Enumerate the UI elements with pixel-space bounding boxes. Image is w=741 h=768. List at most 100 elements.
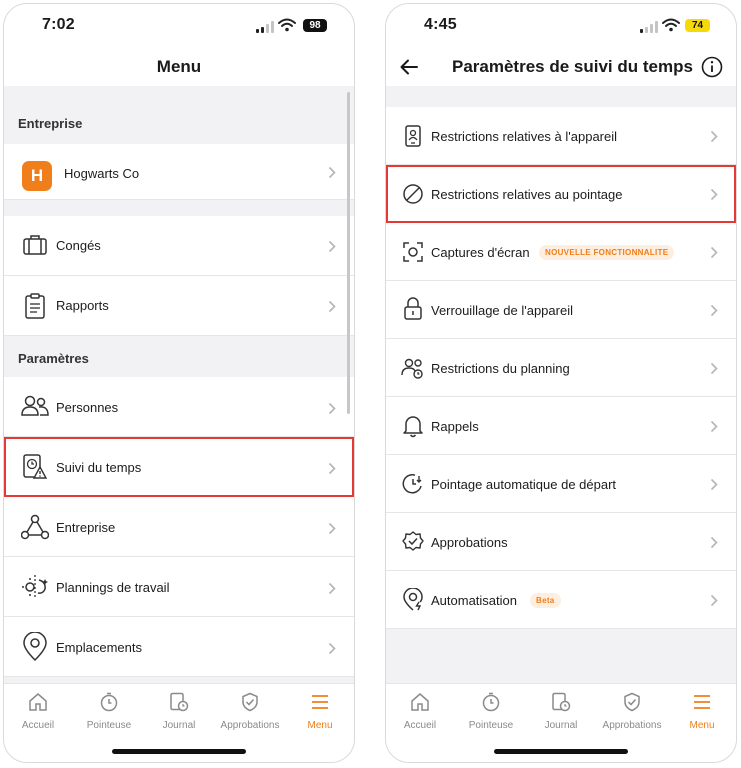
settings-item-device-restrictions[interactable]: Restrictions relatives à l'appareil [386,107,736,165]
menu-item-label: Plannings de travail [56,580,170,595]
menu-item-rapports[interactable]: Rapports [4,276,354,336]
section-header-company: Entreprise [4,104,354,144]
shield-check-icon [242,692,258,712]
scrollbar[interactable] [347,92,350,414]
settings-item-approvals[interactable]: Approbations [386,513,736,571]
time-tracking-icon [23,454,48,479]
chevron-right-icon [710,188,718,201]
menu-item-emplacements[interactable]: Emplacements [4,617,354,677]
menu-item-conges[interactable]: Congés [4,216,354,276]
nav-bar: Paramètres de suivi du temps [386,48,736,86]
settings-item-label: Verrouillage de l'appareil [431,303,573,318]
clipboard-icon [25,293,45,319]
home-indicator [112,749,246,754]
tab-label: Pointeuse [468,720,514,731]
settings-item-schedule-restrictions[interactable]: Restrictions du planning [386,339,736,397]
verified-badge-icon [402,531,424,551]
settings-item-label: Restrictions du planning [431,361,570,376]
chevron-right-icon [328,522,336,535]
back-arrow-icon[interactable] [400,59,418,75]
tab-menu[interactable]: Menu [668,692,736,731]
tab-pointeuse[interactable]: Pointeuse [75,692,143,731]
info-icon[interactable] [701,56,723,78]
tab-accueil[interactable]: Accueil [4,692,72,731]
settings-item-label: Restrictions relatives au pointage [431,187,623,202]
menu-item-suivi-du-temps[interactable]: Suivi du temps [4,437,354,497]
beta-badge: Beta [530,593,561,608]
tab-approbations[interactable]: Approbations [598,692,666,731]
chevron-right-icon [328,402,336,415]
battery-charging-icon: 74 [685,19,710,32]
tab-label: Approbations [602,720,662,731]
status-bar: 4:45 74 [386,4,736,48]
chevron-right-icon [328,462,336,475]
menu-item-label: Suivi du temps [56,460,142,475]
automation-icon [403,588,423,611]
status-time: 7:02 [42,16,75,33]
chevron-right-icon [710,130,718,143]
home-icon [29,693,47,711]
menu-item-plannings[interactable]: Plannings de travail [4,557,354,617]
hamburger-menu-icon [312,695,328,709]
menu-item-label: Entreprise [56,520,116,535]
menu-item-personnes[interactable]: Personnes [4,377,354,437]
page-title: Paramètres de suivi du temps [452,57,693,76]
menu-item-entreprise[interactable]: Entreprise [4,497,354,557]
new-feature-badge: NOUVELLE FONCTIONNALITE [539,245,675,260]
tab-label: Journal [544,720,578,731]
chevron-right-icon [710,246,718,259]
settings-item-automation[interactable]: Automatisation Beta [386,571,736,629]
chevron-right-icon [710,478,718,491]
battery-icon: 98 [303,19,327,32]
chevron-right-icon [328,166,336,179]
suitcase-icon [23,235,47,255]
people-icon [401,358,423,379]
tab-approbations[interactable]: Approbations [216,692,284,731]
phone-screen-menu: 7:02 98 Menu Entreprise Hogwarts Co H Co… [3,3,355,763]
chevron-right-icon [328,300,336,313]
tab-label: Menu [307,720,333,731]
tab-journal[interactable]: Journal [145,692,213,731]
section-header-label: Entreprise [18,116,83,131]
settings-item-screenshots[interactable]: Captures d'écran NOUVELLE FONCTIONNALITE [386,223,736,281]
wifi-icon [278,18,296,32]
settings-item-device-lock[interactable]: Verrouillage de l'appareil [386,281,736,339]
stopwatch-icon [100,692,118,712]
status-bar: 7:02 98 [4,4,354,48]
chevron-right-icon [710,594,718,607]
bell-icon [403,416,423,438]
home-indicator [494,749,628,754]
tab-journal[interactable]: Journal [527,692,595,731]
hamburger-menu-icon [694,695,710,709]
journal-icon [552,692,571,712]
network-icon [21,514,49,540]
company-avatar: H [22,161,52,191]
signal-icon [256,21,274,33]
home-icon [411,693,429,711]
settings-item-label: Captures d'écran [431,245,530,260]
company-row[interactable]: Hogwarts Co [4,144,354,200]
tab-accueil[interactable]: Accueil [386,692,454,731]
chevron-right-icon [710,304,718,317]
chevron-right-icon [328,240,336,253]
settings-item-auto-clock-out[interactable]: Pointage automatique de départ [386,455,736,513]
settings-item-reminders[interactable]: Rappels [386,397,736,455]
tab-label: Pointeuse [86,720,132,731]
phone-user-icon [405,125,421,147]
menu-item-label: Rapports [56,298,109,313]
lock-icon [404,297,422,320]
tab-label: Accueil [403,720,437,731]
settings-item-clocking-restrictions[interactable]: Restrictions relatives au pointage [386,165,736,223]
wifi-icon [662,18,680,32]
menu-item-label: Personnes [56,400,119,415]
tab-pointeuse[interactable]: Pointeuse [457,692,525,731]
tab-label: Journal [162,720,196,731]
chevron-right-icon [328,582,336,595]
tab-menu[interactable]: Menu [286,692,354,731]
chevron-right-icon [710,420,718,433]
no-entry-icon [403,184,423,204]
menu-item-label: Congés [56,238,101,253]
people-icon [21,395,49,416]
chevron-right-icon [710,536,718,549]
tab-bar: Accueil Pointeuse Journal Approbations M… [386,683,736,762]
